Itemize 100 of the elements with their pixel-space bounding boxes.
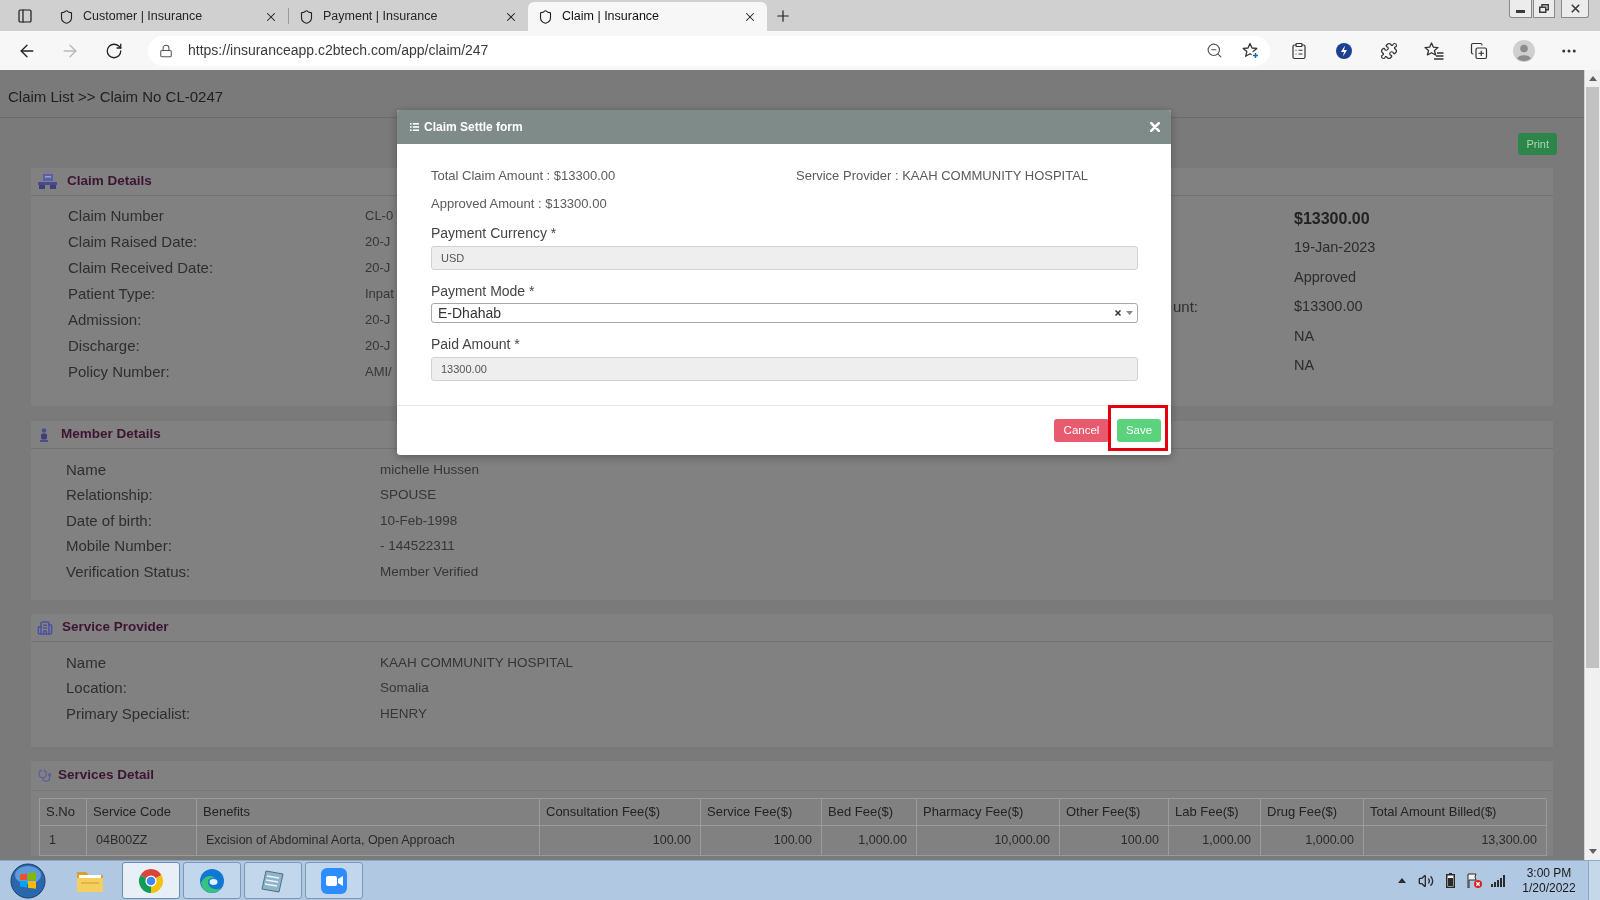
detail-label: Admission: bbox=[68, 309, 143, 330]
detail-label: Primary Specialist: bbox=[66, 703, 192, 724]
table-header-cell: Other Fee($) bbox=[1060, 799, 1169, 826]
puzzle-icon[interactable] bbox=[1379, 41, 1398, 60]
flag-icon[interactable] bbox=[1466, 873, 1482, 888]
panel-icon[interactable] bbox=[16, 7, 33, 24]
detail-value: KAAH COMMUNITY HOSPITAL bbox=[380, 653, 575, 672]
clipboard-icon[interactable] bbox=[1289, 41, 1308, 60]
minimize-button[interactable] bbox=[1509, 0, 1532, 18]
table-cell: 100.00 bbox=[540, 826, 701, 856]
summary-text: Approved Amount : $13300.00 bbox=[431, 196, 607, 212]
field-label: Payment Currency * bbox=[431, 224, 557, 242]
battery-icon[interactable] bbox=[1445, 873, 1455, 888]
shield-icon bbox=[59, 8, 74, 25]
detail-label: Claim Raised Date: bbox=[68, 231, 199, 252]
taskbar-button[interactable] bbox=[122, 862, 180, 899]
summary-text: Total Claim Amount : $13300.00 bbox=[431, 168, 617, 184]
detail-value: michelle Hussen bbox=[380, 460, 481, 479]
detail-value: 20-J bbox=[365, 337, 392, 356]
table-header-cell: Benefits bbox=[197, 799, 540, 826]
video-camera-icon bbox=[321, 867, 347, 894]
detail-label: Mobile Number: bbox=[66, 536, 173, 556]
detail-value: - 144522311 bbox=[380, 537, 456, 556]
table-cell: 1,000.00 bbox=[822, 826, 917, 856]
scroll-up-icon[interactable] bbox=[1588, 76, 1597, 81]
table-header-cell: Lab Fee($) bbox=[1169, 799, 1261, 826]
address-bar[interactable]: https://insuranceapp.c2btech.com/app/claim/247 bbox=[148, 35, 1270, 66]
restore-icon bbox=[1539, 4, 1549, 13]
taskbar-button[interactable] bbox=[305, 862, 363, 899]
speaker-icon[interactable] bbox=[1418, 872, 1434, 889]
avatar-icon[interactable] bbox=[1512, 39, 1535, 62]
detail-value: Approved bbox=[1294, 267, 1358, 287]
summary-text: Service Provider : KAAH COMMUNITY HOSPITAL bbox=[796, 168, 1089, 184]
table-header-cell: Service Code bbox=[87, 799, 197, 826]
input-field[interactable]: USD bbox=[431, 246, 1138, 270]
scrollbar-thumb[interactable] bbox=[1586, 87, 1599, 668]
start-orb-icon[interactable] bbox=[10, 862, 46, 899]
lock-icon[interactable] bbox=[159, 43, 173, 58]
close-icon bbox=[1570, 4, 1580, 13]
section-title: Service Provider bbox=[62, 618, 169, 637]
section-title: Claim Details bbox=[67, 172, 152, 191]
dropdown-field[interactable]: E-Dhahab bbox=[431, 303, 1138, 323]
detail-value: NA bbox=[1294, 326, 1316, 346]
detail-label: Relationship: bbox=[66, 485, 154, 505]
detail-label: Name bbox=[66, 652, 107, 673]
notepad-icon bbox=[260, 867, 286, 894]
table-cell: 100.00 bbox=[1060, 826, 1169, 856]
detail-label: Patient Type: bbox=[68, 283, 157, 304]
table-header-cell: Pharmacy Fee($) bbox=[917, 799, 1060, 826]
signal-icon[interactable] bbox=[1490, 874, 1506, 887]
detail-value: Member Verified bbox=[380, 562, 480, 581]
star-plus-icon[interactable] bbox=[1242, 41, 1260, 60]
detail-label: Date of birth: bbox=[66, 510, 153, 531]
table-cell: 1 bbox=[40, 826, 87, 856]
detail-label: unt: bbox=[1173, 297, 1200, 317]
clear-icon[interactable] bbox=[1115, 310, 1121, 316]
restore-button[interactable] bbox=[1533, 0, 1555, 18]
taskbar-button[interactable] bbox=[244, 862, 302, 899]
detail-value: NA bbox=[1294, 356, 1316, 376]
caret-up-icon[interactable] bbox=[1398, 878, 1406, 883]
zoom-out-icon[interactable] bbox=[1206, 42, 1223, 59]
desk-icon bbox=[38, 174, 57, 189]
field-label: Paid Amount * bbox=[431, 335, 520, 353]
detail-value: CL-0 bbox=[365, 207, 394, 226]
detail-value: Somalia bbox=[380, 679, 430, 698]
field-label: Payment Mode * bbox=[431, 282, 535, 300]
table-header-cell: S.No bbox=[40, 799, 87, 826]
scroll-down-icon[interactable] bbox=[1588, 849, 1597, 854]
detail-value: 20-J bbox=[365, 259, 392, 278]
star-list-icon[interactable] bbox=[1423, 41, 1444, 60]
input-field[interactable]: 13300.00 bbox=[431, 357, 1138, 381]
bolt-icon[interactable] bbox=[1335, 42, 1352, 59]
refresh-icon[interactable] bbox=[105, 41, 123, 60]
breadcrumb: Claim List >> Claim No CL-0247 bbox=[8, 88, 224, 106]
detail-value: $13300.00 bbox=[1294, 208, 1371, 229]
scrollbar[interactable] bbox=[1584, 70, 1600, 860]
table-cell: 100.00 bbox=[701, 826, 822, 856]
table-cell: 10,000.00 bbox=[917, 826, 1060, 856]
dialog-title: Claim Settle form bbox=[424, 119, 523, 136]
detail-value: AMI/ bbox=[365, 363, 393, 382]
table-header-cell: Drug Fee($) bbox=[1261, 799, 1364, 826]
detail-value: 20-J bbox=[365, 311, 392, 330]
taskbar-button[interactable] bbox=[183, 862, 241, 899]
table-cell: 1,000.00 bbox=[1261, 826, 1364, 856]
browser-icon bbox=[199, 867, 225, 894]
shield-icon bbox=[299, 8, 314, 25]
browser-tab[interactable]: Claim | Insurance bbox=[528, 2, 767, 31]
close-button[interactable] bbox=[1561, 0, 1589, 18]
browser-tab[interactable]: Customer | Insurance bbox=[49, 2, 288, 31]
person-icon bbox=[40, 427, 48, 442]
table-header-cell: Service Fee($) bbox=[701, 799, 822, 826]
browser-tab[interactable]: Payment | Insurance bbox=[289, 2, 528, 31]
caret-icon[interactable] bbox=[1126, 311, 1133, 315]
browser-icon bbox=[138, 867, 164, 894]
section-title: Member Details bbox=[61, 425, 161, 444]
list-icon bbox=[410, 123, 419, 131]
copy-plus-icon[interactable] bbox=[1469, 41, 1488, 60]
table-cell: 04B00ZZ bbox=[87, 826, 197, 856]
section-title: Services Detail bbox=[58, 766, 155, 785]
detail-value: 10-Feb-1998 bbox=[380, 511, 459, 530]
